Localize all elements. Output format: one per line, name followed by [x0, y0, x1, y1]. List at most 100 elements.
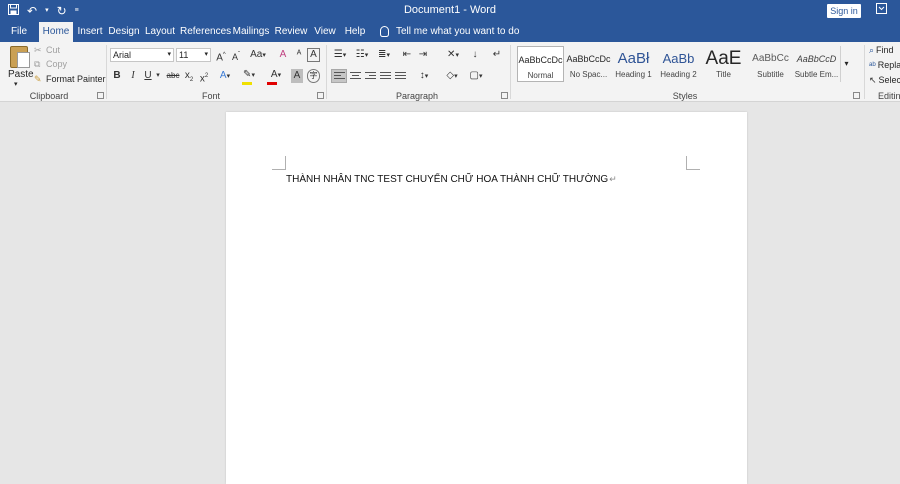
numbering-icon[interactable]: ☷▾: [353, 48, 371, 62]
asian-layout-icon[interactable]: ✕▾: [444, 48, 462, 62]
crop-mark-top-right: [686, 156, 700, 170]
shrink-font-button[interactable]: Aˇ: [230, 48, 242, 62]
style-title[interactable]: AaE Title: [700, 46, 747, 82]
strikethrough-button[interactable]: abc: [166, 69, 180, 83]
align-left-icon: [334, 72, 345, 81]
italic-button[interactable]: I: [127, 69, 139, 83]
style-no-spacing[interactable]: AaBbCcDc No Spac...: [565, 46, 612, 82]
tab-view[interactable]: View: [311, 22, 339, 42]
justify-button[interactable]: [378, 69, 394, 83]
style-heading-2[interactable]: AaBb Heading 2: [655, 46, 702, 82]
search-icon: ⌕: [869, 45, 875, 55]
dialog-launcher-icon[interactable]: [317, 92, 324, 99]
dialog-launcher-icon[interactable]: [853, 92, 860, 99]
dialog-launcher-icon[interactable]: [97, 92, 104, 99]
paragraph-group-label: Paragraph: [395, 91, 439, 101]
increase-indent-icon[interactable]: ⇥: [416, 48, 430, 62]
chevron-down-icon[interactable]: ▾: [14, 80, 18, 88]
character-shading-button[interactable]: A: [291, 69, 303, 83]
format-painter-button[interactable]: ✎ Format Painter: [34, 74, 106, 85]
align-right-button[interactable]: [363, 69, 379, 83]
align-center-button[interactable]: [348, 69, 364, 83]
tab-references[interactable]: References: [180, 22, 231, 42]
document-page[interactable]: THÀNH NHÂN TNC TEST CHUYỂN CHỮ HOA THÀNH…: [226, 112, 747, 484]
character-border-icon[interactable]: A: [307, 48, 320, 62]
styles-gallery: AaBbCcDc Normal AaBbCcDc No Spac... AaBł…: [515, 46, 840, 88]
document-title: Document1 - Word: [403, 4, 497, 16]
clear-formatting-icon[interactable]: A: [276, 48, 290, 62]
tab-help[interactable]: Help: [342, 22, 368, 42]
paste-icon[interactable]: [10, 46, 30, 68]
borders-icon[interactable]: ▢▾: [466, 69, 486, 83]
chevron-down-icon[interactable]: ▾: [167, 49, 171, 61]
find-button[interactable]: ⌕ Find: [869, 45, 894, 56]
clipboard-group-label: Clipboard: [29, 91, 69, 101]
crop-mark-top-left: [272, 156, 286, 170]
ribbon-display-options-icon[interactable]: [876, 3, 887, 17]
tab-review[interactable]: Review: [274, 22, 308, 42]
dialog-launcher-icon[interactable]: [501, 92, 508, 99]
copy-button[interactable]: ⧉ Copy: [34, 59, 67, 70]
paragraph-mark: ↵: [609, 174, 617, 184]
font-name-box[interactable]: Arial ▾: [110, 48, 174, 62]
text-effects-icon[interactable]: A▾: [216, 69, 234, 83]
styles-group-label: Styles: [672, 91, 698, 101]
highlighter-icon[interactable]: ✎▾: [240, 68, 258, 82]
distributed-icon: [395, 72, 406, 81]
replace-button[interactable]: ᵃᵇ Repla: [869, 60, 900, 70]
subscript-button[interactable]: x2: [183, 69, 195, 83]
replace-icon: ᵃᵇ: [869, 60, 876, 70]
decrease-indent-icon[interactable]: ⇤: [400, 48, 414, 62]
group-divider: [510, 45, 511, 99]
tab-insert[interactable]: Insert: [75, 22, 105, 42]
line-spacing-icon[interactable]: ↕▾: [414, 69, 434, 83]
cut-button[interactable]: ✂ Cut: [34, 45, 60, 56]
grow-font-button[interactable]: A^: [215, 48, 227, 63]
phonetic-guide-icon[interactable]: ᴬ: [292, 48, 306, 62]
multilevel-list-icon[interactable]: ≣▾: [375, 48, 393, 62]
tab-home[interactable]: Home: [39, 22, 73, 42]
sign-in-button[interactable]: Sign in: [827, 4, 861, 18]
chevron-down-icon[interactable]: ▾: [204, 49, 208, 61]
bold-button[interactable]: B: [111, 69, 123, 83]
font-group-label: Font: [201, 91, 220, 101]
select-button[interactable]: ↖ Selec: [869, 75, 900, 86]
chevron-down-icon[interactable]: ▾: [154, 69, 162, 83]
styles-more-icon[interactable]: ▾: [840, 46, 852, 82]
scissors-icon: ✂: [34, 45, 42, 55]
align-right-icon: [365, 72, 376, 81]
align-left-button[interactable]: [331, 69, 347, 83]
tab-file[interactable]: File: [4, 22, 34, 42]
align-center-icon: [350, 72, 361, 81]
show-formatting-marks-icon[interactable]: ↵: [490, 48, 504, 62]
paste-button[interactable]: Paste: [8, 69, 34, 80]
document-body-text[interactable]: THÀNH NHÂN TNC TEST CHUYỂN CHỮ HOA THÀNH…: [286, 174, 617, 185]
shading-icon[interactable]: ◇▾: [442, 69, 462, 83]
editing-group-label: Editing: [878, 91, 900, 101]
font-color-button[interactable]: A▾: [266, 68, 286, 82]
enclose-characters-icon[interactable]: 字: [307, 69, 320, 83]
tab-mailings[interactable]: Mailings: [231, 22, 271, 42]
body-paragraph: THÀNH NHÂN TNC TEST CHUYỂN CHỮ HOA THÀNH…: [286, 174, 609, 185]
group-divider: [864, 45, 865, 99]
tell-me-search[interactable]: Tell me what you want to do: [380, 22, 519, 42]
cursor-icon: ↖: [869, 75, 877, 85]
superscript-button[interactable]: x2: [198, 69, 210, 84]
change-case-button[interactable]: Aa▾: [248, 48, 268, 62]
tab-design[interactable]: Design: [108, 22, 140, 42]
underline-button[interactable]: U: [142, 69, 154, 83]
distributed-button[interactable]: [393, 69, 409, 83]
style-normal[interactable]: AaBbCcDc Normal: [517, 46, 564, 82]
style-heading-1[interactable]: AaBł Heading 1: [610, 46, 657, 82]
title-bar: ↶ ▾ ↻ ≡ Document1 - Word Sign in: [0, 0, 900, 22]
font-size-box[interactable]: 11 ▾: [176, 48, 211, 62]
ribbon-tabs: File Home Insert Design Layout Reference…: [0, 22, 900, 42]
justify-icon: [380, 72, 391, 81]
bullets-icon[interactable]: ☰▾: [331, 48, 349, 62]
style-subtle-emphasis[interactable]: AaBbCcD Subtle Em...: [793, 46, 840, 82]
copy-icon: ⧉: [34, 59, 41, 69]
style-subtitle[interactable]: AaBbCc Subtitle: [747, 46, 794, 82]
highlight-color-bar: [242, 82, 252, 85]
tab-layout[interactable]: Layout: [144, 22, 176, 42]
sort-icon[interactable]: ↓: [468, 48, 482, 62]
